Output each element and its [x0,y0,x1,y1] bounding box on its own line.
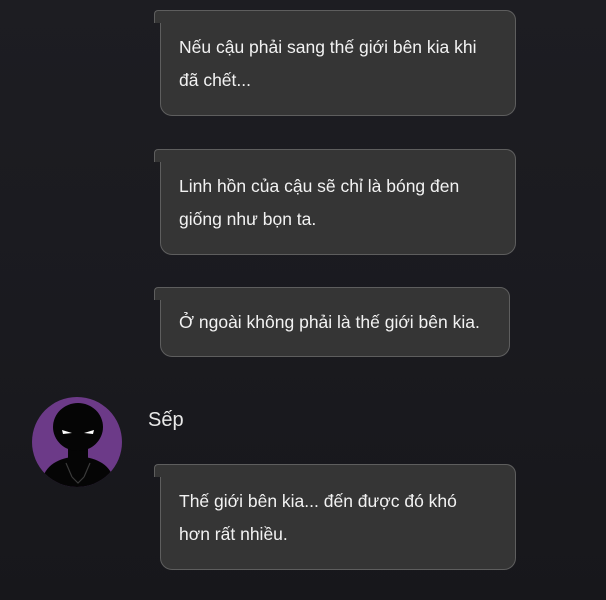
message-line: Linh hồn của cậu sẽ chỉ là bóng đen [179,176,460,196]
shadow-figure-avatar-icon [40,403,116,487]
message-bubble[interactable]: Thế giới bên kia... đến được đó khó hơn … [154,464,516,570]
message-line: đã chết... [179,70,251,90]
message-bubble[interactable]: Nếu cậu phải sang thế giới bên kia khi đ… [154,10,516,116]
message-line: hơn rất nhiều. [179,524,288,544]
sender-name: Sếp [148,409,184,431]
sender-avatar[interactable] [32,397,122,487]
message-line: Ở ngoài không phải là thế giới bên kia. [179,312,480,332]
message-line: Thế giới bên kia... đến được đó khó [179,491,457,511]
message-bubble[interactable]: Ở ngoài không phải là thế giới bên kia. [154,287,510,357]
message-line: Nếu cậu phải sang thế giới bên kia khi [179,37,477,57]
message-bubble[interactable]: Linh hồn của cậu sẽ chỉ là bóng đen giốn… [154,149,516,255]
message-line: giống như bọn ta. [179,209,317,229]
chat-thread: Nếu cậu phải sang thế giới bên kia khi đ… [0,0,606,600]
